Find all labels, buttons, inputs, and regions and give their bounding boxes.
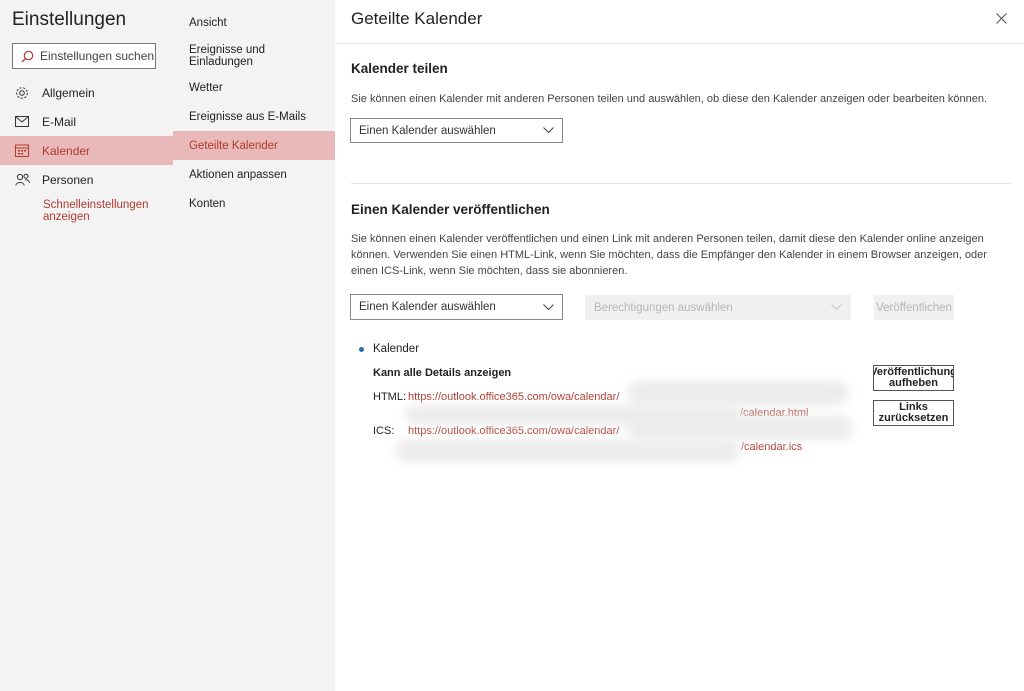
settings-title: Einstellungen [12, 9, 127, 30]
published-permission: Kann alle Details anzeigen [373, 367, 512, 379]
close-button[interactable] [993, 10, 1009, 26]
redaction-blur [627, 416, 853, 440]
gear-icon [14, 85, 30, 101]
nav-item-label: Kalender [42, 143, 91, 158]
reset-links-button[interactable]: Links zurücksetzen [873, 400, 954, 426]
html-link[interactable]: https://outlook.office365.com/owa/calend… [408, 391, 619, 403]
publish-calendar-select-label: Einen Kalender auswählen [359, 301, 496, 313]
subnav-item-weather[interactable]: Wetter [173, 82, 335, 94]
share-section-title: Kalender teilen [351, 61, 448, 76]
people-icon [14, 172, 30, 188]
redaction-blur [395, 440, 741, 462]
nav-item-people[interactable]: Personen [0, 165, 173, 194]
permissions-select[interactable]: Berechtigungen auswählen [585, 295, 851, 320]
subnav-item-accounts[interactable]: Konten [173, 198, 335, 210]
nav-item-calendar[interactable]: Kalender [0, 136, 173, 165]
html-link-label: HTML: [373, 391, 406, 403]
page-title: Geteilte Kalender [351, 9, 483, 28]
nav-item-label: Allgemein [42, 85, 95, 100]
calendar-subnav-pane: Ansicht Ereignisse und Einladungen Wette… [173, 0, 335, 691]
publish-section-title: Einen Kalender veröffentlichen [351, 202, 550, 217]
publish-button[interactable]: Veröffentlichen [874, 295, 954, 320]
chevron-down-icon [543, 127, 554, 134]
settings-search-input[interactable]: Einstellungen suchen [12, 43, 156, 69]
nav-item-label: E-Mail [42, 114, 77, 129]
share-description: Sie können einen Kalender mit anderen Pe… [351, 93, 988, 105]
settings-nav-pane: Einstellungen Einstellungen suchen Allge… [0, 0, 173, 691]
permissions-select-label: Berechtigungen auswählen [594, 301, 733, 314]
subnav-item-customize-actions[interactable]: Aktionen anpassen [173, 169, 335, 181]
unpublish-button-line2: aufheben [889, 377, 938, 389]
share-calendar-select-label: Einen Kalender auswählen [359, 124, 496, 137]
share-calendar-select[interactable]: Einen Kalender auswählen [350, 118, 563, 143]
chevron-down-icon [831, 304, 842, 311]
subnav-item-events-from-email[interactable]: Ereignisse aus E-Mails [173, 111, 335, 123]
search-icon [21, 50, 34, 62]
header-divider [335, 43, 1024, 44]
publish-calendar-select[interactable]: Einen Kalender auswählen [350, 294, 563, 320]
nav-item-email[interactable]: E-Mail [0, 107, 173, 136]
redaction-blur [627, 380, 849, 406]
nav-item-general[interactable]: Allgemein [0, 78, 173, 107]
mail-icon [14, 114, 30, 130]
quick-settings-link[interactable]: Schnelleinstellungen anzeigen [43, 199, 163, 223]
unpublish-button[interactable]: Veröffentlichung aufheben [873, 365, 954, 391]
section-divider [351, 183, 1011, 184]
close-icon [995, 12, 1007, 24]
shared-calendars-panel: Geteilte Kalender Kalender teilen Sie kö… [335, 0, 1024, 691]
subnav-item-events-invitations[interactable]: Ereignisse und Einladungen [173, 44, 293, 68]
reset-links-button-line2: zurücksetzen [878, 412, 949, 424]
search-placeholder: Einstellungen suchen [40, 49, 155, 63]
nav-item-label: Personen [42, 172, 94, 187]
calendar-icon [14, 143, 30, 159]
chevron-down-icon [543, 303, 554, 310]
ics-link-end[interactable]: /calendar.ics [741, 441, 802, 453]
subnav-item-shared-calendars[interactable]: Geteilte Kalender [173, 131, 335, 160]
ics-link-label: ICS: [373, 425, 395, 437]
ics-link[interactable]: https://outlook.office365.com/owa/calend… [408, 425, 619, 437]
publish-description: Sie können einen Kalender veröffentliche… [351, 233, 987, 277]
subnav-item-view[interactable]: Ansicht [173, 17, 335, 29]
published-calendar-name: Kalender [373, 343, 420, 355]
calendar-color-dot [359, 347, 364, 352]
